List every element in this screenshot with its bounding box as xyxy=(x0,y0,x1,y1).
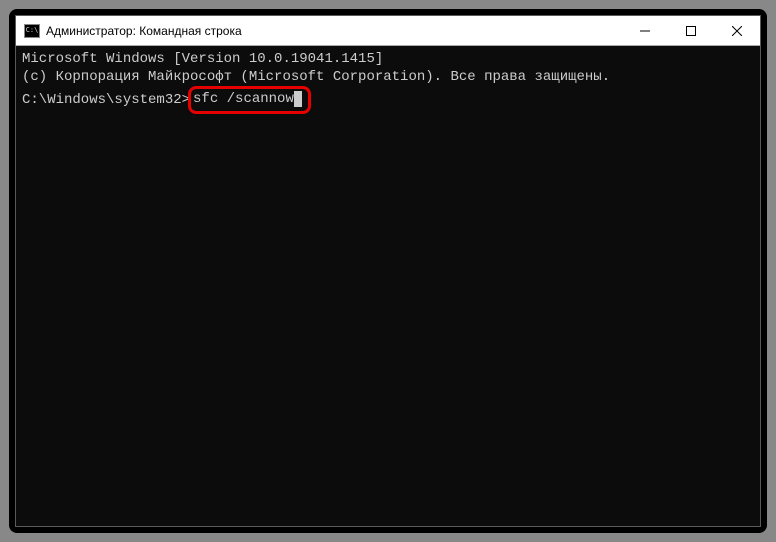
screenshot-frame: C:\ Администратор: Командная строка Micr… xyxy=(9,9,767,533)
maximize-button[interactable] xyxy=(668,16,714,45)
close-icon xyxy=(732,26,742,36)
close-button[interactable] xyxy=(714,16,760,45)
minimize-icon xyxy=(640,26,650,36)
titlebar[interactable]: C:\ Администратор: Командная строка xyxy=(16,16,760,46)
terminal-prompt: C:\Windows\system32> xyxy=(22,91,190,109)
window-title: Администратор: Командная строка xyxy=(46,24,622,38)
terminal-header-line-1: Microsoft Windows [Version 10.0.19041.14… xyxy=(22,50,754,68)
terminal-prompt-line: C:\Windows\system32>sfc /scannow xyxy=(22,86,754,113)
cmd-icon-text: C:\ xyxy=(26,27,39,34)
window-controls xyxy=(622,16,760,45)
maximize-icon xyxy=(686,26,696,36)
terminal-cursor xyxy=(294,91,302,107)
command-highlight: sfc /scannow xyxy=(188,86,311,113)
terminal-command: sfc /scannow xyxy=(193,91,294,107)
cmd-icon: C:\ xyxy=(24,24,40,38)
cmd-window: C:\ Администратор: Командная строка Micr… xyxy=(15,15,761,527)
terminal-header-line-2: (c) Корпорация Майкрософт (Microsoft Cor… xyxy=(22,68,754,86)
terminal-area[interactable]: Microsoft Windows [Version 10.0.19041.14… xyxy=(16,46,760,526)
minimize-button[interactable] xyxy=(622,16,668,45)
